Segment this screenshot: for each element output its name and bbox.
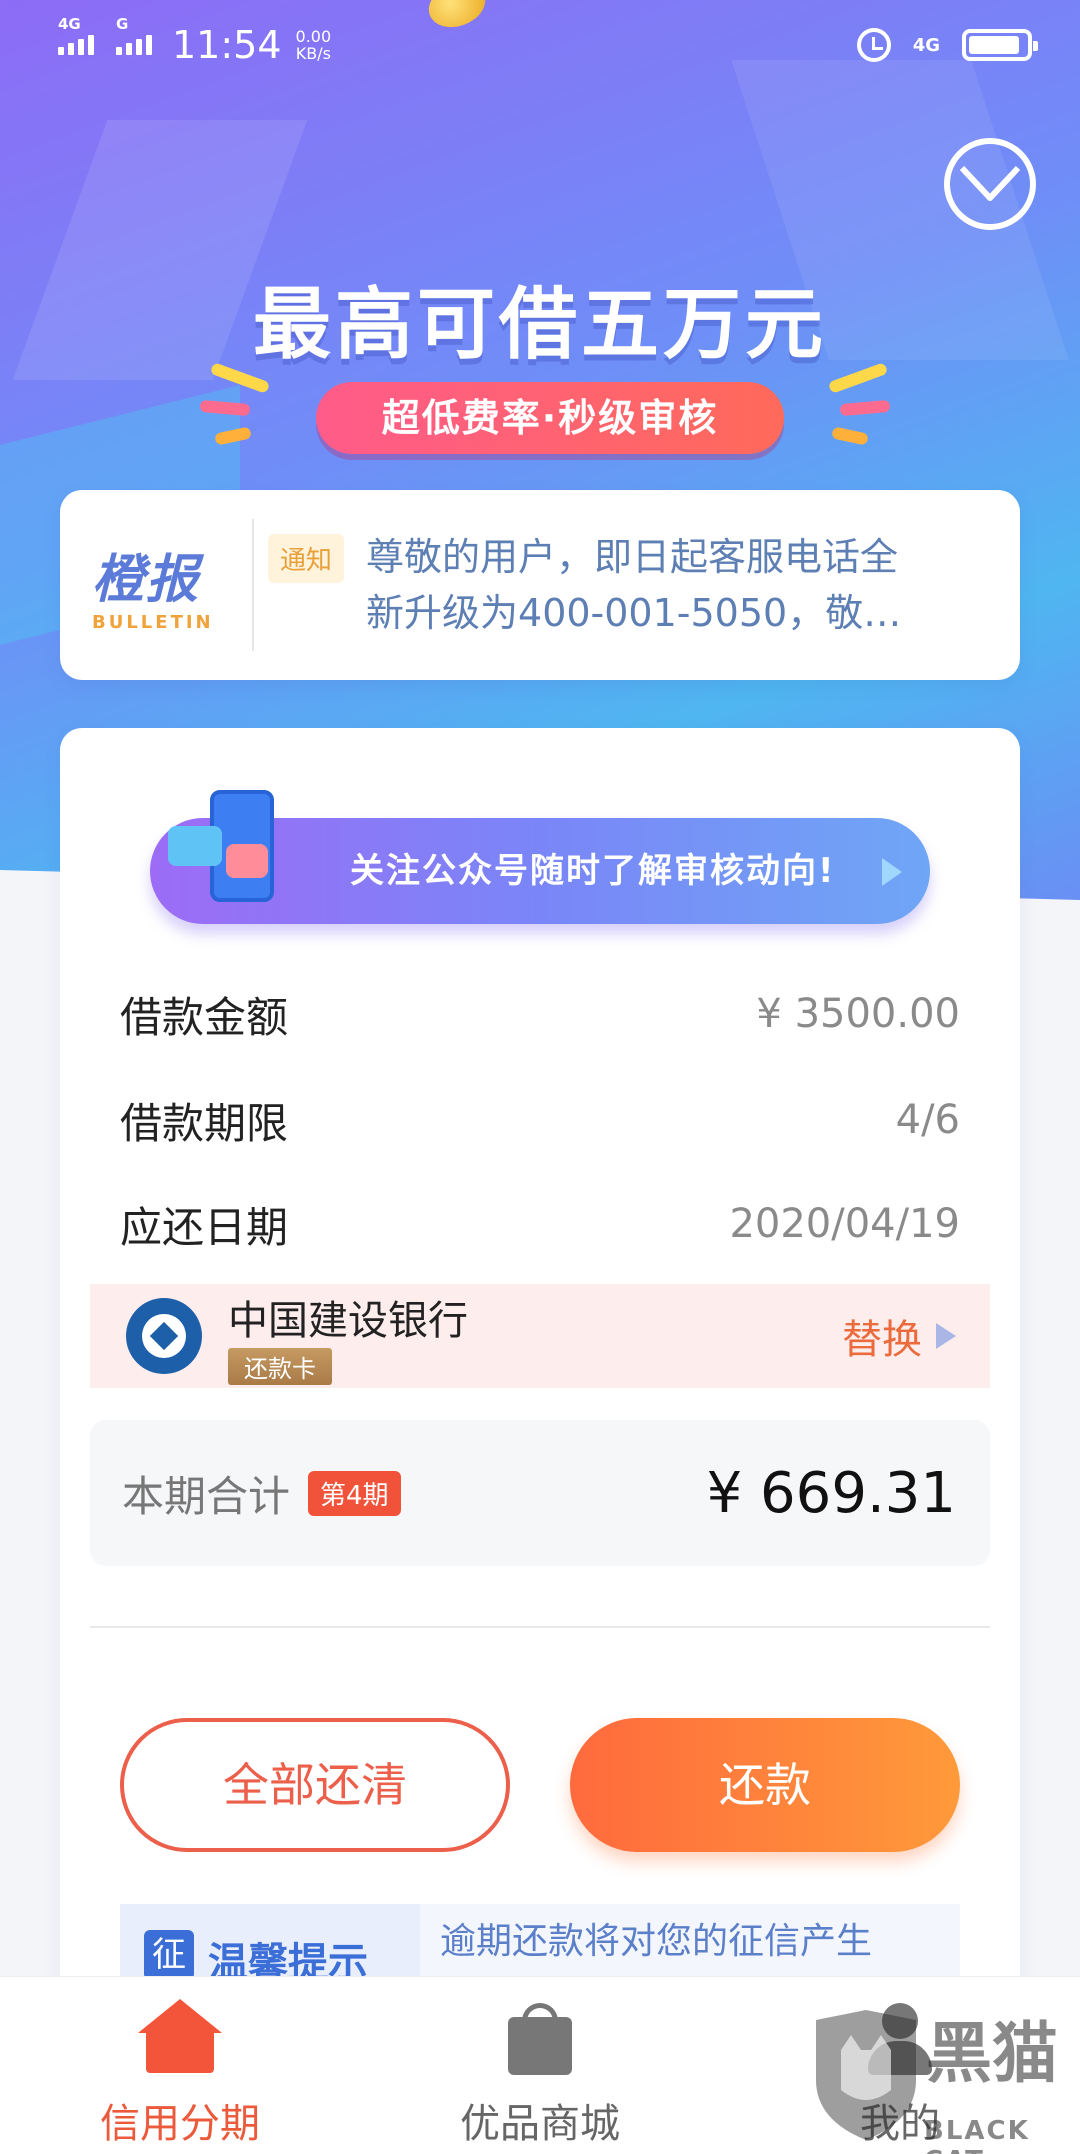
ccb-logo-icon [126,1298,202,1374]
tab-label: 优品商城 [460,2101,620,2147]
battery-fill [969,36,1020,54]
arrow-right-icon [936,1323,956,1349]
signal-tag: 4G [58,15,81,33]
due-date-value: 2020/04/19 [729,1201,960,1247]
bulletin-card[interactable]: 橙报 BULLETIN 通知 尊敬的用户，即日起客服电话全 新升级为400-00… [60,490,1020,680]
repay-card-row: 中国建设银行 还款卡 替换 [90,1284,990,1388]
net-speed-unit: KB/s [295,44,331,63]
bank-name: 中国建设银行 [228,1297,468,1344]
bulletin-line: 尊敬的用户，即日起客服电话全 [366,535,899,579]
chat-bubble-icon [168,826,222,866]
divider [252,519,254,651]
repay-button[interactable]: 还款 [570,1718,960,1852]
bulletin-text: 尊敬的用户，即日起客服电话全 新升级为400-001-5050，敬… [366,529,966,641]
switch-card-label: 替换 [842,1317,922,1363]
tab-credit-installment[interactable]: 信用分期 [0,1977,360,2154]
net-speed: 0.00 KB/s [296,28,332,62]
signal-icon: G [116,15,152,55]
bank-info: 中国建设银行 还款卡 [228,1288,468,1385]
signal-tag: G [116,15,129,33]
due-date-label: 应还日期 [120,1202,289,1252]
cat-shield-icon [816,2010,916,2140]
watermark-cn: 黑猫 [926,2015,1058,2092]
arrow-right-icon [882,858,902,886]
bulletin-logo: 橙报 BULLETIN [60,537,252,633]
shopping-bag-icon [498,1999,582,2077]
tab-label: 信用分期 [100,2101,260,2147]
switch-card-button[interactable]: 替换 [842,1307,956,1365]
signal-icon: 4G [58,15,94,55]
loan-term-row: 借款期限 4/6 [120,1090,960,1150]
hero-title: 最高可借五万元 [252,280,827,370]
status-right: 4G [856,28,1038,62]
home-icon [138,1999,222,2077]
status-time: 11:54 [172,23,282,67]
loan-amount-label: 借款金额 [120,992,289,1042]
credit-icon: 征 [144,1930,194,1980]
divider [90,1626,990,1628]
period-total: 本期合计 第4期 ¥ 669.31 [90,1420,990,1566]
watermark-en: BLACK CAT [924,2116,1030,2154]
period-badge: 第4期 [308,1470,401,1516]
promo-text: 关注公众号随时了解审核动向! [350,851,836,891]
follow-account-banner[interactable]: 关注公众号随时了解审核动向! [150,790,930,924]
period-total-label: 本期合计 [122,1471,291,1521]
repay-card-tag: 还款卡 [228,1347,332,1385]
network-type: 4G [912,34,940,56]
tab-mall[interactable]: 优品商城 [360,1977,720,2154]
message-button[interactable] [944,138,1036,230]
loan-amount-value: ¥ 3500.00 [756,991,960,1037]
period-total-amount: ¥ 669.31 [706,1460,956,1526]
loan-amount-row: 借款金额 ¥ 3500.00 [120,984,960,1044]
notice-tag: 通知 [268,534,345,583]
battery-icon [962,29,1038,61]
due-date-row: 应还日期 2020/04/19 [120,1194,960,1254]
envelope-icon [959,165,1021,201]
loan-term-value: 4/6 [895,1097,960,1143]
bulletin-logo-cn: 橙报 [92,550,201,610]
alarm-icon [856,28,891,62]
loan-term-label: 借款期限 [120,1098,289,1148]
status-bar: 4G G 11:54 0.00 KB/s 4G [0,0,1080,90]
bulletin-line: 新升级为400-001-5050，敬… [366,591,902,635]
bulletin-logo-en: BULLETIN [92,612,214,633]
watermark: 黑猫 BLACK CAT [806,2000,1066,2154]
loan-card: 关注公众号随时了解审核动向! 借款金额 ¥ 3500.00 借款期限 4/6 应… [60,728,1020,2154]
hero-subtitle: 超低费率·秒级审核 [316,382,784,454]
net-speed-value: 0.00 [295,27,332,46]
pay-all-button[interactable]: 全部还清 [120,1718,510,1852]
chat-bubble-icon [226,844,268,878]
